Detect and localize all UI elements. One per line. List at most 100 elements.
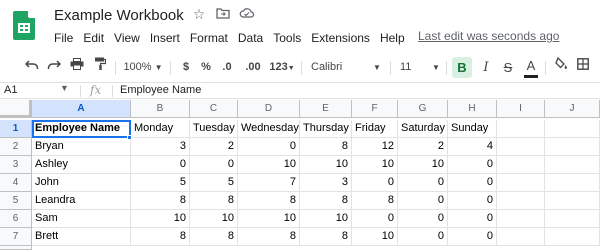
cell-g1[interactable]: Saturday [398,120,448,138]
cell-d6[interactable]: 10 [238,210,300,228]
decrease-decimal-button[interactable]: .0 [218,55,236,80]
menu-help[interactable]: Help [380,31,405,45]
column-header-e[interactable]: E [300,100,352,118]
cell-f2[interactable]: 12 [352,138,398,156]
cell-a2[interactable]: Bryan [32,138,131,156]
row-header-8[interactable] [0,246,32,250]
cell-b4[interactable]: 5 [131,174,190,192]
move-to-folder-icon[interactable] [215,6,231,22]
cell-d3[interactable]: 10 [238,156,300,174]
name-box[interactable]: A1 [4,84,17,96]
cell-c4[interactable]: 5 [190,174,238,192]
cell-i1[interactable] [497,120,545,138]
sheets-logo-icon[interactable] [13,11,35,40]
cell-e1[interactable]: Thursday [300,120,352,138]
menu-extensions[interactable]: Extensions [311,31,370,45]
cell-a1[interactable]: Employee Name [32,120,131,138]
cell-j5[interactable] [545,192,600,210]
paint-format-icon[interactable] [91,55,109,80]
fill-color-icon[interactable] [553,55,569,80]
cell-h7[interactable]: 0 [448,228,497,246]
cell-f1[interactable]: Friday [352,120,398,138]
cell-e5[interactable]: 8 [300,192,352,210]
cell-e4[interactable]: 3 [300,174,352,192]
bold-button[interactable]: B [452,57,472,78]
cell-h6[interactable]: 0 [448,210,497,228]
borders-icon[interactable] [575,55,591,80]
increase-decimal-button[interactable]: .00 [242,55,264,80]
cell-i6[interactable] [497,210,545,228]
column-header-a[interactable]: A [32,100,131,118]
cell-c6[interactable]: 10 [190,210,238,228]
cell-j1[interactable] [545,120,600,138]
cell-e3[interactable]: 10 [300,156,352,174]
cell-d1[interactable]: Wednesday [238,120,300,138]
font-size-select[interactable]: 11 ▼ [400,55,440,80]
more-formats-button[interactable]: 123▼ [268,55,296,80]
cell-c7[interactable]: 8 [190,228,238,246]
row-header-2[interactable]: 2 [0,138,32,156]
menu-format[interactable]: Format [190,31,228,45]
cell-g2[interactable]: 2 [398,138,448,156]
cell-j7[interactable] [545,228,600,246]
row-header-4[interactable]: 4 [0,174,32,192]
star-icon[interactable]: ☆ [191,6,207,23]
font-family-select[interactable]: Calibri ▼ [311,55,383,80]
cell-f3[interactable]: 10 [352,156,398,174]
cell-c1[interactable]: Tuesday [190,120,238,138]
cell-e7[interactable]: 8 [300,228,352,246]
column-header-h[interactable]: H [448,100,497,118]
cell-c5[interactable]: 8 [190,192,238,210]
cell-i7[interactable] [497,228,545,246]
row-header-6[interactable]: 6 [0,210,32,228]
last-edit-link[interactable]: Last edit was seconds ago [418,29,559,43]
fill-handle[interactable] [127,135,132,140]
cell-d2[interactable]: 0 [238,138,300,156]
cell-h1[interactable]: Sunday [448,120,497,138]
cell-g3[interactable]: 10 [398,156,448,174]
print-icon[interactable] [68,55,86,80]
italic-button[interactable]: I [478,55,494,80]
cell-a5[interactable]: Leandra [32,192,131,210]
redo-icon[interactable] [45,55,63,80]
cell-h2[interactable]: 4 [448,138,497,156]
cell-f7[interactable]: 10 [352,228,398,246]
cell-b5[interactable]: 8 [131,192,190,210]
cell-e2[interactable]: 8 [300,138,352,156]
row-header-5[interactable]: 5 [0,192,32,210]
cell-f4[interactable]: 0 [352,174,398,192]
cell-b6[interactable]: 10 [131,210,190,228]
formula-input[interactable]: Employee Name [120,84,201,96]
cell-i5[interactable] [497,192,545,210]
select-all-corner[interactable] [0,100,32,118]
column-header-b[interactable]: B [131,100,190,118]
cell-b1[interactable]: Monday [131,120,190,138]
cell-f5[interactable]: 8 [352,192,398,210]
cell-i2[interactable] [497,138,545,156]
column-header-c[interactable]: C [190,100,238,118]
column-header-d[interactable]: D [238,100,300,118]
cell-j4[interactable] [545,174,600,192]
cell-a7[interactable]: Brett [32,228,131,246]
chevron-down-icon[interactable]: ▼ [60,83,69,93]
cell-g4[interactable]: 0 [398,174,448,192]
undo-icon[interactable] [23,55,41,80]
cell-j6[interactable] [545,210,600,228]
menu-file[interactable]: File [54,31,73,45]
cell-e6[interactable]: 10 [300,210,352,228]
cell-a4[interactable]: John [32,174,131,192]
row-header-3[interactable]: 3 [0,156,32,174]
cloud-saved-icon[interactable] [238,6,254,22]
currency-format-button[interactable]: $ [180,55,192,80]
column-header-f[interactable]: F [352,100,398,118]
cell-h5[interactable]: 0 [448,192,497,210]
cell-i3[interactable] [497,156,545,174]
cell-b7[interactable]: 8 [131,228,190,246]
cell-f6[interactable]: 0 [352,210,398,228]
menu-edit[interactable]: Edit [83,31,104,45]
cell-d5[interactable]: 8 [238,192,300,210]
cell-b3[interactable]: 0 [131,156,190,174]
cell-j2[interactable] [545,138,600,156]
strikethrough-button[interactable]: S [500,55,516,80]
cell-c2[interactable]: 2 [190,138,238,156]
